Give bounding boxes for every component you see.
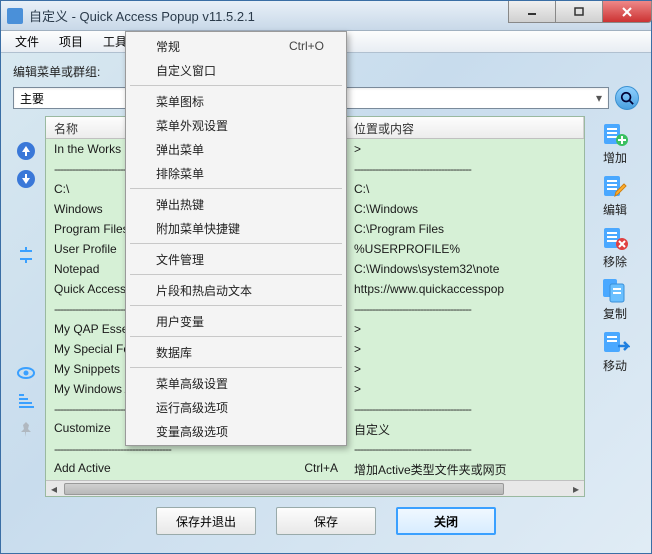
menu-item[interactable]: 数据库 — [128, 340, 344, 364]
save-button[interactable]: 保存 — [276, 507, 376, 535]
close-dialog-button[interactable]: 关闭 — [396, 507, 496, 535]
menu-item[interactable]: 自定义窗口 — [128, 58, 344, 82]
eye-button[interactable] — [15, 362, 37, 384]
menu-item[interactable]: 运行高级选项 — [128, 395, 344, 419]
bottom-bar: 保存并退出 保存 关闭 — [13, 497, 639, 545]
app-icon — [7, 8, 23, 24]
scroll-right-icon[interactable]: ▸ — [568, 481, 584, 497]
edit-label: 编辑菜单或群组: — [13, 63, 100, 80]
pin-button[interactable] — [15, 418, 37, 440]
add-icon — [600, 120, 630, 148]
separator-button[interactable] — [15, 244, 37, 266]
menu-item[interactable]: 弹出菜单 — [128, 137, 344, 161]
menu-file[interactable]: 文件 — [5, 31, 49, 52]
menu-separator — [130, 243, 342, 244]
menu-item[interactable]: 用户变量 — [128, 309, 344, 333]
close-button[interactable] — [602, 1, 652, 23]
menu-item[interactable]: 弹出热键 — [128, 192, 344, 216]
scroll-left-icon[interactable]: ◂ — [46, 481, 62, 497]
menu-separator — [130, 274, 342, 275]
maximize-button[interactable] — [555, 1, 603, 23]
menu-project[interactable]: 项目 — [49, 31, 93, 52]
menu-item[interactable]: 变量高级选项 — [128, 419, 344, 443]
window-title: 自定义 - Quick Access Popup v11.5.2.1 — [29, 6, 508, 25]
body-panel: 常规Ctrl+O自定义窗口菜单图标菜单外观设置弹出菜单排除菜单弹出热键附加菜单快… — [1, 53, 651, 553]
menu-item[interactable]: 排除菜单 — [128, 161, 344, 185]
add-button[interactable]: 增加 — [593, 118, 637, 168]
app-window: 自定义 - Quick Access Popup v11.5.2.1 文件 项目… — [0, 0, 652, 554]
menu-separator — [130, 188, 342, 189]
move-down-button[interactable] — [15, 168, 37, 190]
left-toolbar — [13, 116, 39, 497]
menu-separator — [130, 85, 342, 86]
menu-separator — [130, 367, 342, 368]
save-exit-button[interactable]: 保存并退出 — [156, 507, 256, 535]
move-icon — [600, 328, 630, 356]
scroll-thumb[interactable] — [64, 483, 504, 495]
right-toolbar: 增加 编辑 移除 复制 移动 — [591, 116, 639, 497]
menu-separator — [130, 336, 342, 337]
table-row[interactable]: Add ActiveCtrl+A增加Active类型文件夹或网页 — [46, 459, 584, 479]
options-dropdown: 常规Ctrl+O自定义窗口菜单图标菜单外观设置弹出菜单排除菜单弹出热键附加菜单快… — [125, 31, 347, 446]
copy-button[interactable]: 复制 — [593, 274, 637, 324]
menu-item[interactable]: 片段和热启动文本 — [128, 278, 344, 302]
menu-item[interactable]: 菜单外观设置 — [128, 113, 344, 137]
menu-item[interactable]: 菜单高级设置 — [128, 371, 344, 395]
horizontal-scrollbar[interactable]: ◂ ▸ — [46, 480, 584, 496]
search-icon — [620, 91, 634, 105]
edit-button[interactable]: 编辑 — [593, 170, 637, 220]
titlebar[interactable]: 自定义 - Quick Access Popup v11.5.2.1 — [1, 1, 651, 31]
group-select-value: 主要 — [20, 90, 44, 107]
minimize-button[interactable] — [508, 1, 556, 23]
chevron-down-icon: ▾ — [596, 91, 602, 105]
move-up-button[interactable] — [15, 140, 37, 162]
hierarchy-button[interactable] — [15, 390, 37, 412]
search-button[interactable] — [615, 86, 639, 110]
menu-item[interactable]: 附加菜单快捷键 — [128, 216, 344, 240]
menu-item[interactable]: 文件管理 — [128, 247, 344, 271]
move-button[interactable]: 移动 — [593, 326, 637, 376]
edit-icon — [600, 172, 630, 200]
remove-button[interactable]: 移除 — [593, 222, 637, 272]
copy-icon — [600, 276, 630, 304]
menu-item[interactable]: 菜单图标 — [128, 89, 344, 113]
menu-item[interactable]: 常规Ctrl+O — [128, 34, 344, 58]
remove-icon — [600, 224, 630, 252]
col-header-location[interactable]: 位置或内容 — [346, 117, 584, 138]
menu-separator — [130, 305, 342, 306]
